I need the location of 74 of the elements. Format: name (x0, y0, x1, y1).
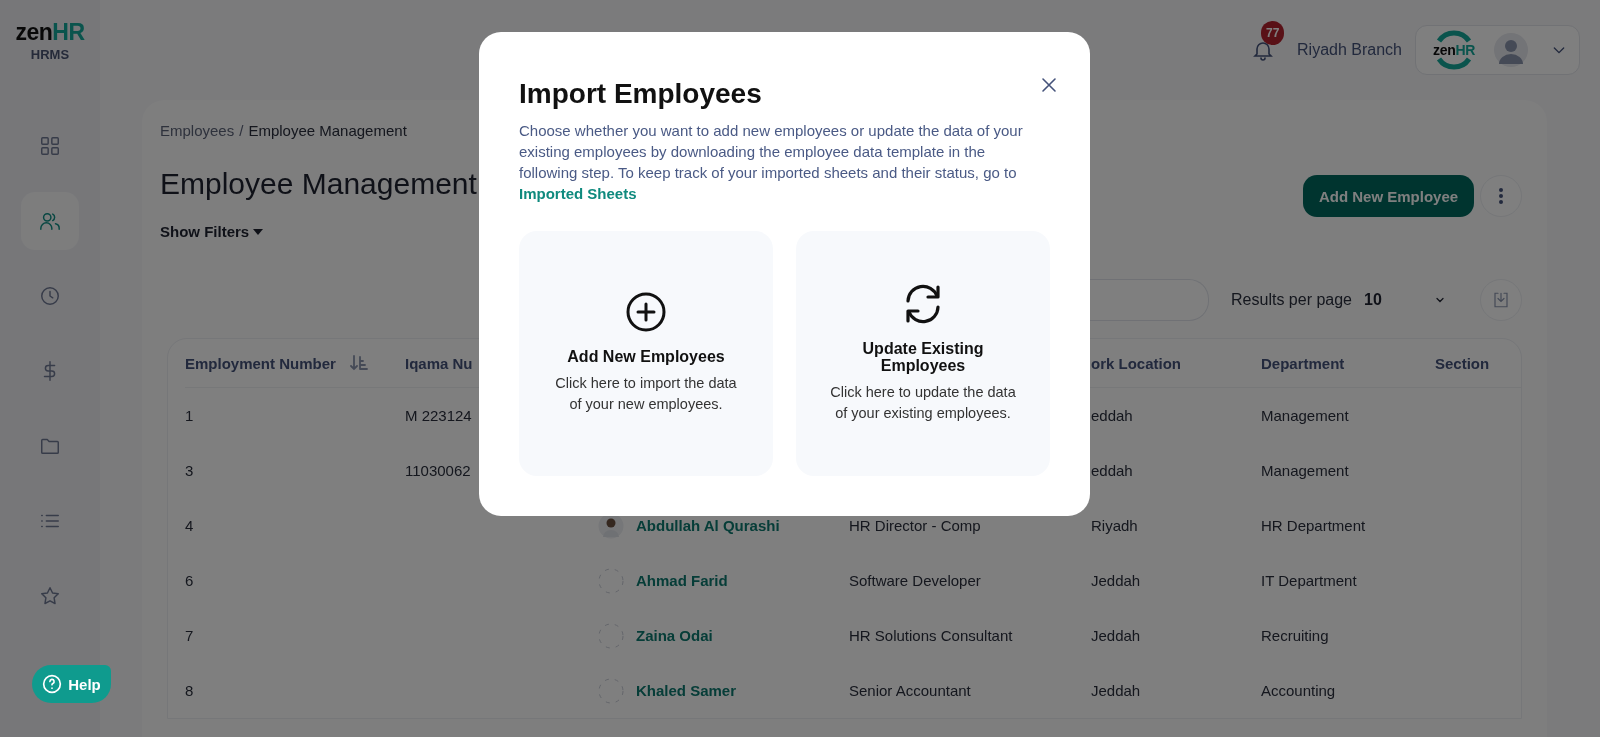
column-header[interactable]: ork Location (1091, 354, 1181, 372)
table-cell: Accounting (1261, 682, 1336, 699)
table-cell: eddah (1091, 462, 1133, 479)
modal-description: Choose whether you want to add new employees or update the data of your existing employees by downloading the employee data template in the following step. To keep track of your imported sheets and their status, go to Imported Sheets (519, 121, 1024, 204)
table-cell: Senior Accountant (849, 682, 971, 699)
clock-icon (39, 285, 61, 307)
table-cell: 6 (185, 572, 194, 589)
close-icon (1041, 77, 1057, 93)
show-filters-toggle[interactable]: Show Filters (160, 222, 264, 242)
table-cell: HR Solutions Consultant (849, 627, 1013, 644)
table-cell: HR Director - Comp (849, 517, 981, 534)
column-header[interactable]: Section (1435, 354, 1490, 372)
table-cell: Software Developer (849, 572, 981, 589)
table-cell: Jeddah (1091, 572, 1141, 589)
refresh-icon (903, 283, 943, 324)
more-button[interactable] (1480, 175, 1522, 217)
column-header[interactable]: Employment Number (185, 354, 336, 372)
table-cell: 1 (185, 407, 194, 424)
breadcrumb-separator: / (239, 122, 244, 140)
modal-title: Import Employees (519, 77, 762, 111)
product-name: HRMS (30, 47, 70, 62)
import-option-card[interactable]: Add New Employees Click here to import the data of your new employees. (519, 231, 773, 476)
table-cell: HR Department (1261, 517, 1366, 534)
table-cell: 3 (185, 462, 194, 479)
company-logo: zenHR (1430, 27, 1478, 73)
table-cell: 11030062 (405, 462, 471, 479)
export-button[interactable] (1480, 279, 1522, 321)
employee-name-link[interactable]: Abdullah Al Qurashi (636, 517, 780, 534)
sort-icon (349, 354, 368, 372)
column-header[interactable]: Department (1261, 354, 1345, 372)
table-cell: Recruiting (1261, 627, 1329, 644)
help-icon (42, 674, 63, 694)
sidebar-item[interactable] (21, 192, 79, 250)
column-header[interactable]: Iqama Nu (405, 354, 473, 372)
table-cell: IT Department (1261, 572, 1357, 589)
add-employee-button[interactable]: Add New Employee (1303, 175, 1474, 217)
page-title: Employee Management (160, 166, 477, 202)
employee-name-link[interactable]: Ahmad Farid (636, 572, 728, 589)
table-cell: 7 (185, 627, 194, 644)
help-button[interactable]: Help (32, 665, 111, 703)
table-cell: 8 (185, 682, 194, 699)
imported-sheets-link[interactable]: Imported Sheets (519, 185, 637, 202)
branch-name: Riyadh Branch (1297, 41, 1402, 59)
table-cell: Management (1261, 462, 1349, 479)
close-button[interactable] (1041, 77, 1057, 93)
employee-name-link[interactable]: Khaled Samer (636, 682, 737, 699)
breadcrumb-item: Employee Management (248, 122, 407, 140)
table-cell: M 223124 (405, 407, 472, 424)
option-description: Click here to update the data of your existing employees. (829, 382, 1017, 423)
option-title: Update Existing Employees (861, 339, 985, 374)
profile-menu[interactable]: zenHR (1415, 25, 1580, 75)
import-option-card[interactable]: Update Existing Employees Click here to update the data of your existing employees. (796, 231, 1050, 476)
logo: zenHR (15, 20, 85, 44)
option-title: Add New Employees (567, 348, 725, 365)
table-cell: Jeddah (1091, 627, 1141, 644)
star-icon (39, 585, 61, 607)
download-icon (1492, 291, 1510, 309)
table-cell: Riyadh (1091, 517, 1138, 534)
kebab-icon (1498, 187, 1504, 205)
table-cell: Management (1261, 407, 1349, 424)
table-cell: Jeddah (1091, 682, 1141, 699)
results-per-page-label: Results per page (1231, 291, 1352, 309)
dashboard-icon (39, 135, 61, 157)
add-circle-icon (626, 292, 666, 332)
breadcrumb-item[interactable]: Employees (160, 122, 235, 140)
table-cell: eddah (1091, 407, 1133, 424)
table-cell: 4 (185, 517, 194, 534)
option-description: Click here to import the data of your new employees. (554, 374, 738, 414)
results-per-page-select[interactable]: 10 (1364, 285, 1454, 315)
avatar-icon (1494, 33, 1528, 67)
users-icon (39, 210, 61, 232)
notification-badge: 77 (1261, 21, 1285, 45)
employee-name-link[interactable]: Zaina Odai (636, 627, 713, 644)
caret-icon (253, 229, 264, 235)
